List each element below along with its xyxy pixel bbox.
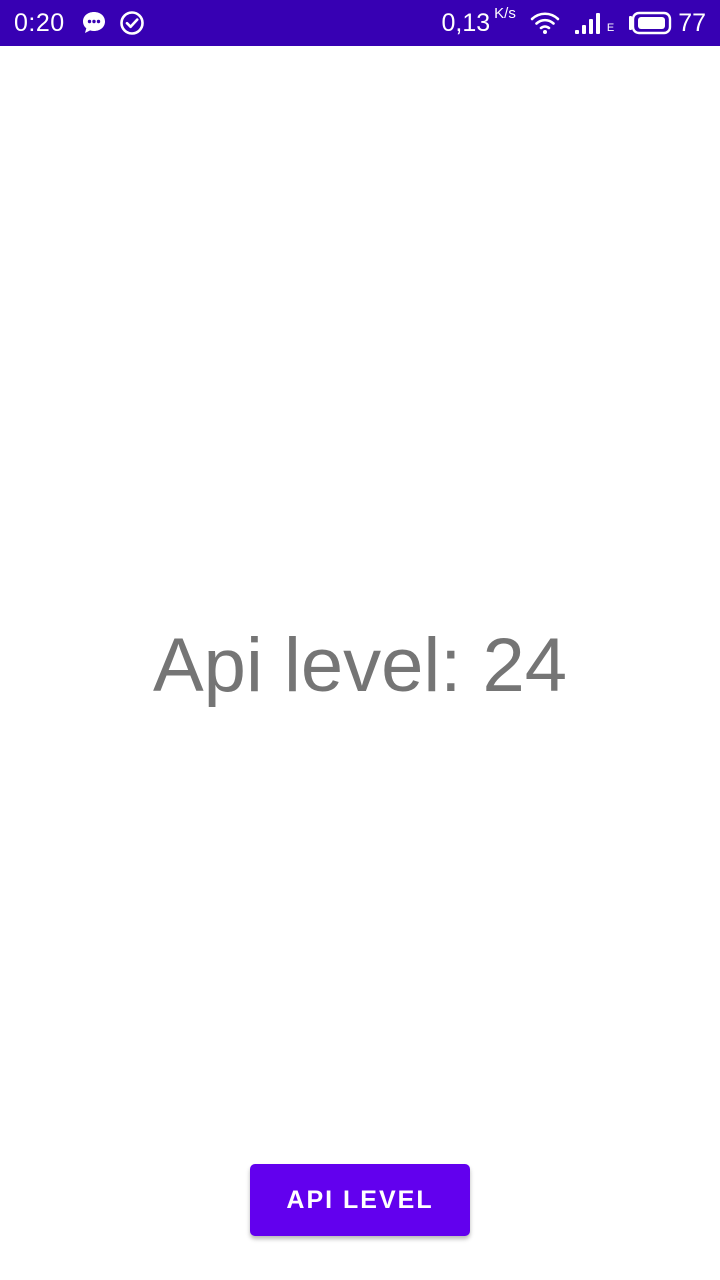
api-level-button[interactable]: API LEVEL — [250, 1164, 470, 1236]
status-bar-right: 0,13 K/s E 77 — [441, 0, 706, 46]
battery-icon — [628, 11, 672, 35]
network-speed-unit: K/s — [494, 4, 516, 22]
network-type: E — [606, 22, 615, 34]
status-bar: 0:20 0,13 K/s E 77 — [0, 0, 720, 46]
network-speed-value: 0,13 — [441, 8, 491, 37]
check-circle-icon — [119, 10, 145, 36]
chat-bubble-icon — [81, 10, 107, 36]
status-bar-left: 0:20 — [14, 0, 145, 46]
signal-icon — [574, 11, 604, 35]
api-level-text: Api level: 24 — [152, 623, 568, 708]
wifi-icon — [530, 11, 560, 35]
battery-level: 77 — [678, 8, 706, 37]
app-screen: 0:20 0,13 K/s E 77 Api level: 24 API LEV… — [0, 0, 720, 1280]
status-time: 0:20 — [14, 8, 65, 37]
network-speed: 0,13 K/s — [441, 5, 515, 38]
